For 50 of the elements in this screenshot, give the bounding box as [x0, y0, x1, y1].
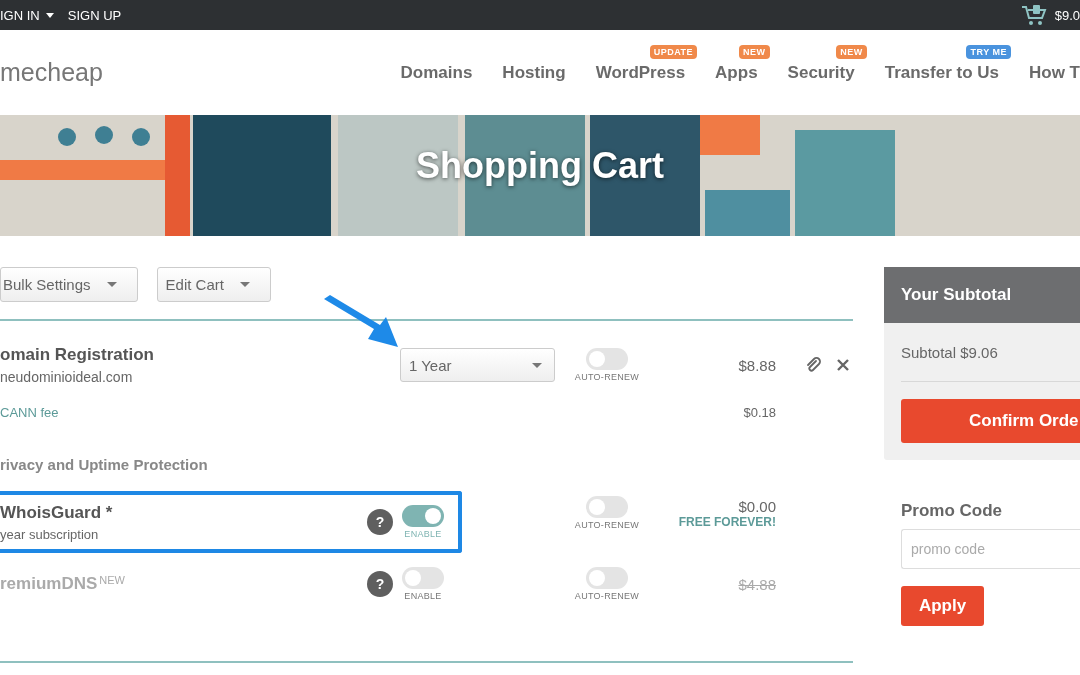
dropdown-button[interactable]: Bulk Settings	[0, 267, 138, 302]
caret-icon	[106, 282, 117, 287]
nav-link[interactable]: Domains	[400, 62, 473, 83]
toggle-label: ENABLE	[404, 591, 442, 601]
enable-toggle[interactable]	[402, 567, 444, 589]
nav-link[interactable]: How T	[1029, 62, 1080, 83]
fee-link[interactable]: CANN fee	[0, 405, 400, 420]
close-icon[interactable]	[837, 359, 849, 371]
nav-badge: UPDATE	[649, 44, 698, 59]
card-title: Your Subtotal	[901, 285, 1012, 305]
price: $0.00	[738, 497, 776, 515]
toggle-label: AUTO-RENEW	[574, 591, 640, 601]
help-button[interactable]: ?	[367, 509, 393, 535]
addon-name: WhoisGuard *	[0, 502, 114, 523]
price: $4.88	[738, 575, 776, 593]
addon-name: remiumDNS$^{NEW}$	[0, 574, 126, 594]
toggle-label: ENABLE	[404, 529, 442, 539]
subtotal-text: Subtotal $9.06	[901, 323, 1080, 382]
top-link[interactable]: IGN IN	[0, 7, 54, 23]
toggle-label: AUTO-RENEW	[574, 520, 640, 530]
price-note: FREE FOREVER!	[678, 514, 776, 529]
auto-renew-toggle[interactable]	[586, 348, 628, 370]
caret-icon	[532, 362, 542, 368]
cart-icon[interactable]	[1020, 4, 1047, 26]
promo-code-field[interactable]: promo code	[901, 529, 1080, 569]
dropdown-button[interactable]: Edit Cart	[156, 267, 271, 302]
enable-toggle[interactable]	[402, 505, 444, 527]
toggle-label: AUTO-RENEW	[574, 372, 640, 382]
top-link[interactable]: SIGN UP	[67, 7, 122, 23]
nav-badge: NEW	[836, 44, 867, 59]
item-title: omain Registration	[0, 345, 155, 365]
caret-icon	[239, 282, 250, 287]
logo-text[interactable]: mecheap	[0, 58, 103, 87]
help-button[interactable]: ?	[367, 571, 393, 597]
apply-button[interactable]: Apply	[901, 586, 984, 626]
cart-total[interactable]: $9.0	[1054, 7, 1080, 23]
section-heading: rivacy and Uptime Protection	[0, 456, 209, 473]
price: $0.18	[743, 405, 776, 420]
paperclip-icon[interactable]	[805, 357, 821, 373]
nav-badge: TRY ME	[966, 44, 1011, 59]
auto-renew-toggle[interactable]	[586, 496, 628, 518]
domain-name: neudominioideal.com	[0, 369, 134, 385]
nav-badge: NEW	[739, 44, 770, 59]
auto-renew-toggle[interactable]	[586, 567, 628, 589]
period-select[interactable]: 1 Year	[400, 348, 555, 382]
nav-link[interactable]: Hosting	[502, 62, 566, 83]
promo-heading: Promo Code	[901, 501, 1004, 521]
confirm-order-button[interactable]: Confirm Orde	[901, 399, 1080, 443]
price: $8.88	[738, 356, 776, 374]
addon-subtitle: year subscription	[0, 526, 100, 542]
